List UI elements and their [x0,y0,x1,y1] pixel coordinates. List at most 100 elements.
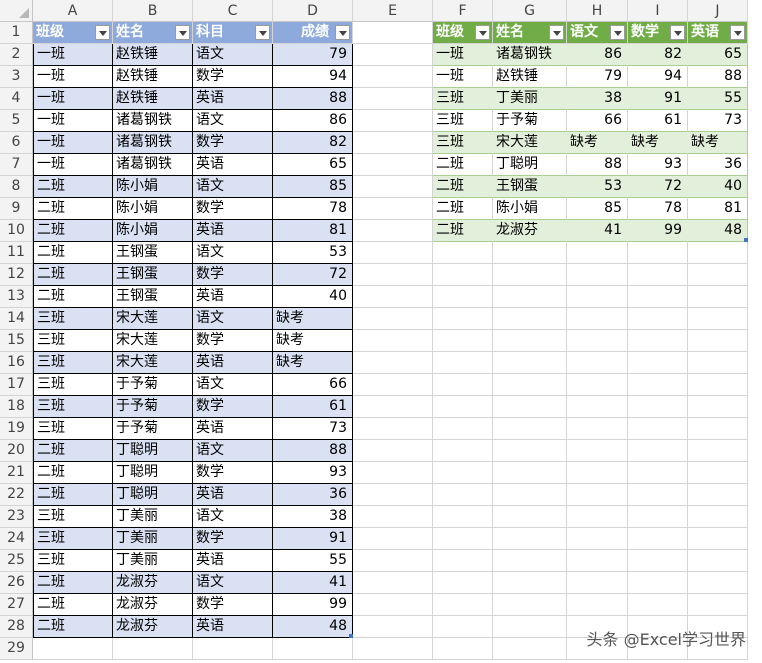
cell[interactable] [493,572,567,594]
left-table-cell[interactable]: 丁聪明 [113,484,193,506]
cell[interactable] [493,440,567,462]
left-table-cell[interactable]: 一班 [33,154,113,176]
left-table-cell[interactable]: 82 [273,132,353,154]
left-table-cell[interactable]: 缺考 [273,330,353,352]
cell[interactable] [433,638,493,660]
left-table-cell[interactable]: 语文 [193,308,273,330]
left-table-cell[interactable]: 一班 [33,44,113,66]
cell[interactable] [628,374,688,396]
cell[interactable] [353,198,433,220]
right-table-cell[interactable]: 79 [567,66,628,88]
left-table-cell[interactable]: 丁聪明 [113,462,193,484]
cell[interactable] [353,66,433,88]
left-table-cell[interactable]: 语文 [193,374,273,396]
right-table-cell[interactable]: 36 [688,154,748,176]
right-table-cell[interactable]: 85 [567,198,628,220]
cell[interactable] [688,594,748,616]
row-header-9[interactable]: 9 [0,198,33,220]
right-table-header-filter-dropdown-icon[interactable] [610,25,625,40]
cell[interactable] [688,462,748,484]
right-table-cell[interactable]: 53 [567,176,628,198]
left-table-cell[interactable]: 三班 [33,374,113,396]
cell[interactable] [628,242,688,264]
right-table-cell[interactable]: 二班 [433,176,493,198]
cell[interactable] [567,242,628,264]
right-table-cell[interactable]: 88 [688,66,748,88]
left-table-cell[interactable]: 数学 [193,330,273,352]
row-header-14[interactable]: 14 [0,308,33,330]
cell[interactable] [493,506,567,528]
row-header-12[interactable]: 12 [0,264,33,286]
right-table-cell[interactable]: 三班 [433,132,493,154]
cell[interactable] [628,264,688,286]
cell[interactable] [433,506,493,528]
cell[interactable] [353,638,433,660]
right-table-cell[interactable]: 丁聪明 [493,154,567,176]
left-table-cell[interactable]: 一班 [33,110,113,132]
left-table-cell[interactable]: 龙淑芬 [113,572,193,594]
left-table-cell[interactable]: 王钢蛋 [113,264,193,286]
left-table-cell[interactable]: 二班 [33,440,113,462]
left-table-resize-handle[interactable] [349,634,353,638]
cell[interactable] [433,330,493,352]
row-header-21[interactable]: 21 [0,462,33,484]
cell[interactable] [433,286,493,308]
right-table-header[interactable]: 姓名 [493,22,567,44]
right-table-cell[interactable]: 78 [628,198,688,220]
row-header-16[interactable]: 16 [0,352,33,374]
row-header-25[interactable]: 25 [0,550,33,572]
right-table-cell[interactable]: 94 [628,66,688,88]
left-table-cell[interactable]: 53 [273,242,353,264]
left-table-cell[interactable]: 36 [273,484,353,506]
cell[interactable] [567,396,628,418]
left-table-cell[interactable]: 语文 [193,572,273,594]
left-table-cell[interactable]: 88 [273,88,353,110]
right-table-cell[interactable]: 龙淑芬 [493,220,567,242]
cell[interactable] [353,220,433,242]
cell[interactable] [628,550,688,572]
cell[interactable] [493,550,567,572]
left-table-cell[interactable]: 三班 [33,308,113,330]
right-table-cell[interactable]: 38 [567,88,628,110]
cell[interactable] [193,638,273,660]
cell[interactable] [353,22,433,44]
left-table-cell[interactable]: 66 [273,374,353,396]
right-table-resize-handle[interactable] [744,238,748,242]
left-table-cell[interactable]: 78 [273,198,353,220]
cell[interactable] [433,528,493,550]
column-header-g[interactable]: G [493,0,567,22]
cell[interactable] [353,132,433,154]
right-table-cell[interactable]: 65 [688,44,748,66]
left-table-cell[interactable]: 英语 [193,286,273,308]
cell[interactable] [688,572,748,594]
row-header-20[interactable]: 20 [0,440,33,462]
cell[interactable] [353,550,433,572]
left-table-cell[interactable]: 英语 [193,616,273,638]
row-header-27[interactable]: 27 [0,594,33,616]
cell[interactable] [493,528,567,550]
right-table-cell[interactable]: 三班 [433,110,493,132]
cell[interactable] [688,418,748,440]
cell[interactable] [567,418,628,440]
left-table-cell[interactable]: 一班 [33,66,113,88]
cell[interactable] [493,242,567,264]
cell[interactable] [353,462,433,484]
cell[interactable] [353,264,433,286]
cell[interactable] [493,484,567,506]
cell[interactable] [493,616,567,638]
cell[interactable] [353,110,433,132]
left-table-cell[interactable]: 缺考 [273,308,353,330]
cell[interactable] [353,88,433,110]
row-header-15[interactable]: 15 [0,330,33,352]
left-table-cell[interactable]: 55 [273,550,353,572]
right-table-cell[interactable]: 于予菊 [493,110,567,132]
left-table-cell[interactable]: 三班 [33,418,113,440]
left-table-cell[interactable]: 丁美丽 [113,550,193,572]
right-table-header[interactable]: 数学 [628,22,688,44]
cell[interactable] [493,418,567,440]
right-table-cell[interactable]: 缺考 [567,132,628,154]
right-table-cell[interactable]: 41 [567,220,628,242]
left-table-cell[interactable]: 于予菊 [113,418,193,440]
left-table-header[interactable]: 姓名 [113,22,193,44]
cell[interactable] [353,242,433,264]
